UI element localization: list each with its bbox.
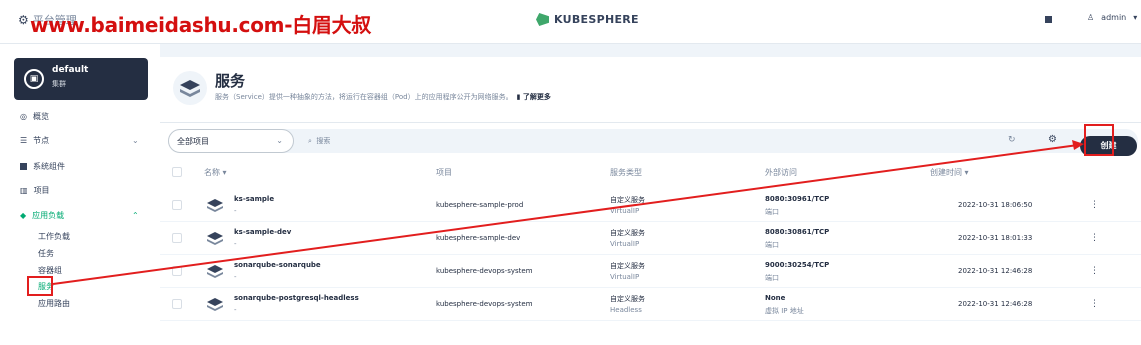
annotation-arrow [52, 140, 1084, 285]
